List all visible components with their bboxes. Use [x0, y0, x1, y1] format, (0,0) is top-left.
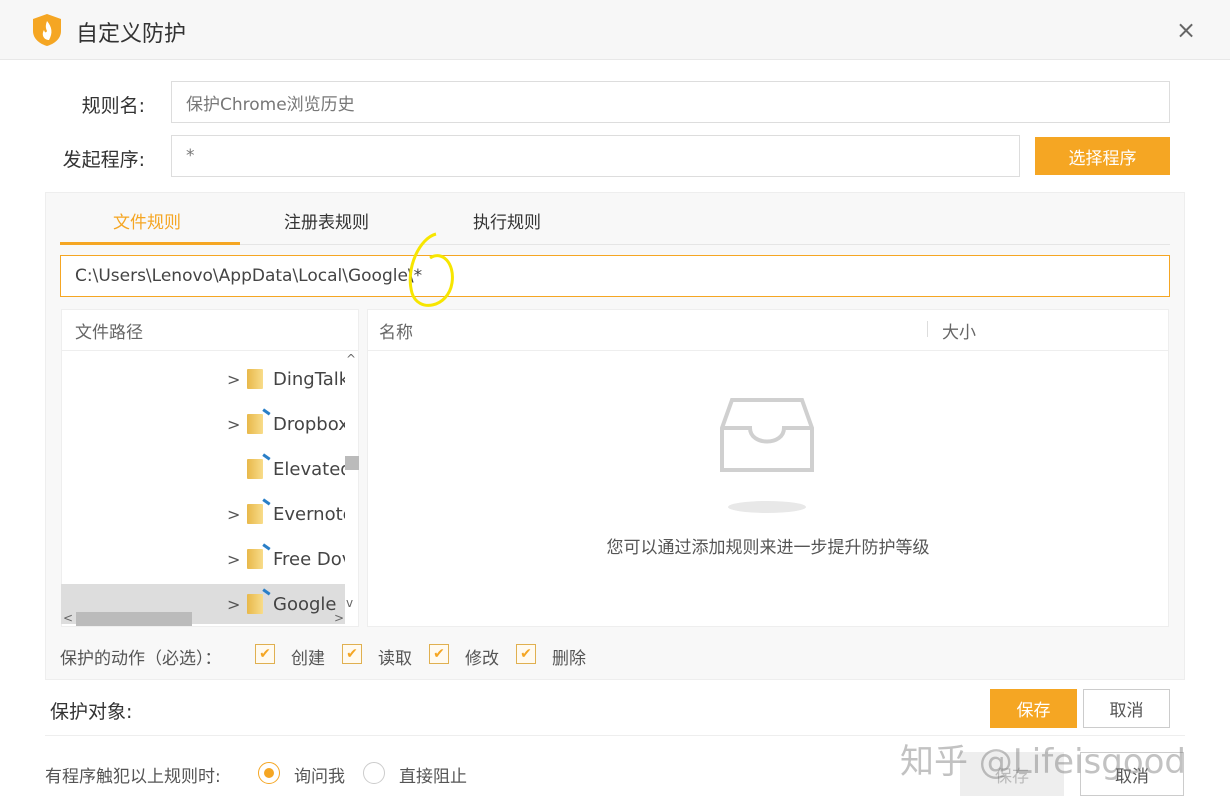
cancel-button[interactable]: 取消: [1083, 689, 1170, 728]
tree-item[interactable]: > Evernote: [61, 494, 345, 534]
horizontal-scrollbar-thumb[interactable]: [76, 612, 192, 626]
radio-block-label: 直接阻止: [399, 767, 467, 787]
rule-name-label: 规则名:: [81, 95, 145, 117]
tree-item-label: Elevated: [273, 458, 345, 480]
violation-label: 有程序触犯以上规则时:: [45, 767, 221, 787]
empty-message: 您可以通过添加规则来进一步提升防护等级: [606, 538, 930, 558]
action-label: 读取: [378, 649, 412, 669]
save-button[interactable]: 保存: [990, 689, 1077, 728]
tab-registry-rules[interactable]: 注册表规则: [284, 208, 369, 233]
yellow-annotation-circle: [408, 232, 454, 307]
initiator-label: 发起程序:: [62, 149, 145, 171]
scroll-left-icon[interactable]: <: [63, 611, 73, 625]
chevron-right-icon[interactable]: >: [227, 415, 240, 434]
initiator-input[interactable]: *: [171, 135, 1020, 177]
action-label: 创建: [291, 649, 325, 669]
scroll-up-icon[interactable]: ^: [346, 352, 356, 366]
folder-icon: [247, 588, 271, 614]
tab-file-rules[interactable]: 文件规则: [113, 208, 181, 233]
scroll-down-icon[interactable]: v: [346, 596, 353, 610]
list-header: 名称 大小: [367, 309, 1169, 351]
radio-block[interactable]: [363, 762, 385, 784]
tree-item-label: Evernote: [273, 503, 345, 525]
tree-item[interactable]: > Free Dov: [61, 539, 345, 579]
tree-item-label: Free Dov: [273, 548, 345, 570]
folder-icon: [247, 453, 271, 479]
select-program-button[interactable]: 选择程序: [1035, 137, 1170, 175]
tree-item[interactable]: Elevated: [61, 449, 345, 489]
col-size[interactable]: 大小: [942, 318, 976, 343]
folder-icon: [247, 408, 271, 434]
chevron-right-icon[interactable]: >: [227, 550, 240, 569]
rule-name-input[interactable]: 保护Chrome浏览历史: [171, 81, 1170, 123]
action-checkbox[interactable]: ✔: [429, 644, 449, 664]
shield-logo-icon: [33, 14, 61, 46]
tree-item[interactable]: > DingTalk: [61, 359, 345, 399]
tree-item[interactable]: > Dropbox: [61, 404, 345, 444]
action-label: 修改: [465, 649, 499, 669]
path-input[interactable]: C:\Users\Lenovo\AppData\Local\Google\*: [60, 255, 1170, 297]
action-label: 删除: [552, 649, 586, 669]
tree-item-label: DingTalk: [273, 368, 345, 390]
radio-ask-me-label: 询问我: [294, 767, 345, 787]
action-checkbox[interactable]: ✔: [255, 644, 275, 664]
col-divider: [927, 321, 928, 337]
tab-exec-rules[interactable]: 执行规则: [473, 208, 541, 233]
chevron-right-icon[interactable]: >: [227, 595, 240, 614]
action-checkbox[interactable]: ✔: [516, 644, 536, 664]
window-title: 自定义防护: [76, 22, 187, 47]
tree-item-label: Google: [273, 593, 337, 615]
folder-icon: [247, 498, 271, 524]
col-name[interactable]: 名称: [379, 318, 413, 343]
folder-icon: [247, 369, 263, 389]
tree-header: 文件路径: [61, 309, 359, 351]
protect-target-label: 保护对象:: [50, 701, 133, 723]
tree-item-label: Dropbox: [273, 413, 345, 435]
folder-icon: [247, 543, 271, 569]
watermark: 知乎 @Lifeisgood: [900, 742, 1187, 782]
vertical-scrollbar-thumb[interactable]: [345, 456, 359, 470]
empty-inbox-icon: [720, 398, 814, 513]
scroll-right-icon[interactable]: >: [334, 611, 344, 625]
chevron-right-icon[interactable]: >: [227, 505, 240, 524]
active-tab-indicator: [60, 242, 240, 245]
close-icon[interactable]: ×: [1176, 16, 1196, 44]
chevron-right-icon[interactable]: >: [227, 370, 240, 389]
actions-label: 保护的动作（必选）：: [60, 649, 222, 669]
radio-ask-me[interactable]: [258, 762, 280, 784]
action-checkbox[interactable]: ✔: [342, 644, 362, 664]
